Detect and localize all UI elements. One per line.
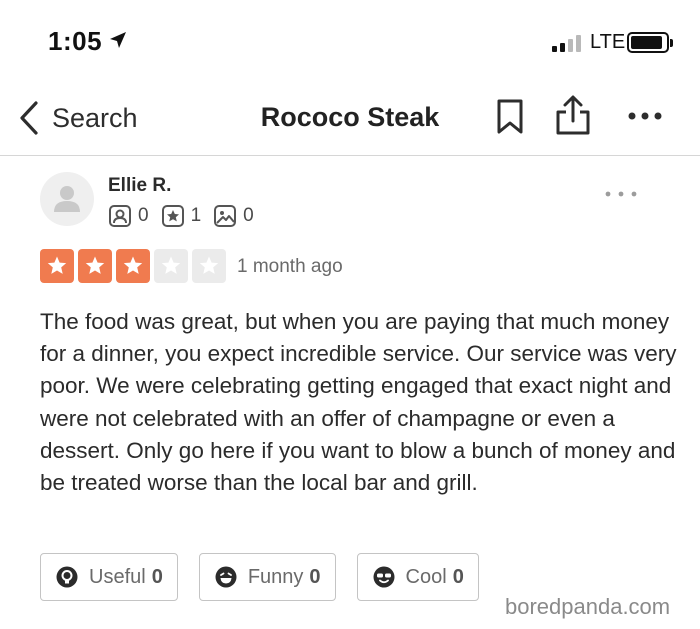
cool-label: Cool	[405, 565, 447, 588]
cool-button[interactable]: Cool 0	[356, 553, 479, 601]
laughing-face-icon	[215, 566, 237, 588]
useful-label: Useful	[89, 565, 146, 588]
watermark: boredpanda.com	[505, 594, 671, 619]
author-stats: 0 1 0	[108, 204, 266, 228]
star-filled-icon	[78, 249, 112, 283]
avatar[interactable]	[40, 172, 94, 226]
network-type: LTE	[590, 31, 626, 53]
reviews-count: 1	[190, 205, 202, 226]
nav-bar: Search Rococo Steak	[0, 82, 700, 156]
location-arrow-icon	[109, 31, 127, 54]
status-time: 1:05	[48, 26, 103, 56]
battery-icon	[627, 32, 673, 53]
reviews-stat: 1	[161, 204, 202, 228]
photos-stat: 0	[213, 204, 254, 228]
useful-count: 0	[151, 565, 163, 588]
share-icon[interactable]	[554, 94, 592, 141]
star-filled-icon	[40, 249, 74, 283]
photo-icon	[214, 205, 237, 227]
star-rating	[40, 249, 230, 283]
star-empty-icon	[154, 249, 188, 283]
funny-label: Funny	[247, 565, 304, 588]
star-filled-icon	[116, 249, 150, 283]
review-text: The food was great, but when you are pay…	[40, 309, 677, 496]
reaction-buttons: Useful 0 Funny 0 Cool 0	[40, 553, 500, 601]
review-star-icon	[161, 205, 184, 227]
review-options-icon[interactable]	[604, 185, 638, 203]
page-title: Rococo Steak	[260, 102, 440, 132]
friends-stat: 0	[108, 204, 149, 228]
review-date: 1 month ago	[237, 256, 343, 277]
signal-strength-icon	[552, 34, 582, 52]
star-empty-icon	[192, 249, 226, 283]
sunglasses-face-icon	[373, 566, 395, 588]
bookmark-icon[interactable]	[495, 98, 525, 141]
useful-button[interactable]: Useful 0	[40, 553, 178, 601]
lightbulb-icon	[56, 566, 78, 588]
funny-button[interactable]: Funny 0	[198, 553, 336, 601]
friends-icon	[109, 205, 131, 227]
cool-count: 0	[452, 565, 464, 588]
more-icon[interactable]	[627, 108, 663, 126]
friends-count: 0	[138, 205, 149, 226]
photos-count: 0	[243, 205, 254, 226]
status-bar: 1:05 LTE	[0, 0, 700, 82]
review-author[interactable]: Ellie R.	[108, 175, 171, 197]
user-icon	[54, 186, 80, 212]
funny-count: 0	[309, 565, 321, 588]
